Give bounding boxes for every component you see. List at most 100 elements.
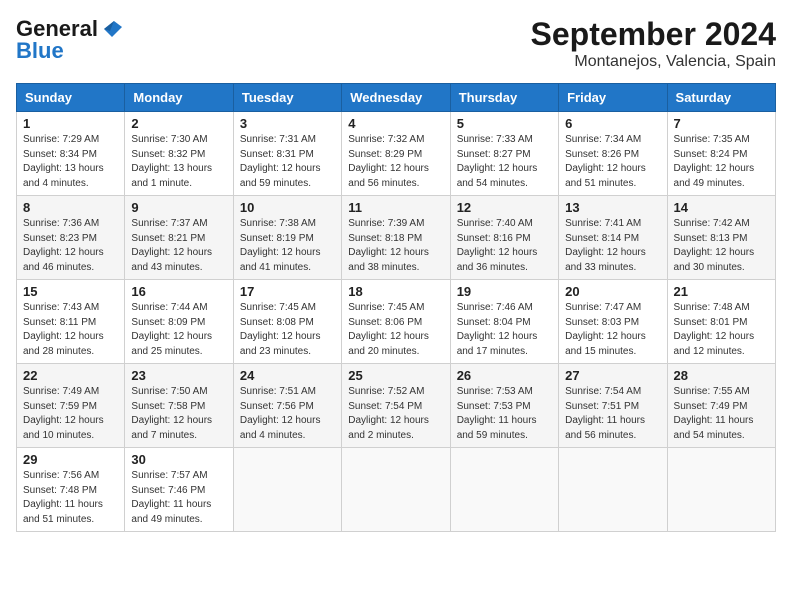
daylight-text: Daylight: 12 hours and 36 minutes.: [457, 247, 538, 273]
calendar-cell: 16Sunrise: 7:44 AMSunset: 8:09 PMDayligh…: [125, 280, 233, 364]
sunset-text: Sunset: 7:51 PM: [565, 401, 639, 412]
daylight-text: Daylight: 11 hours and 59 minutes.: [457, 415, 537, 441]
sunset-text: Sunset: 7:49 PM: [674, 401, 748, 412]
sunrise-text: Sunrise: 7:39 AM: [348, 218, 424, 229]
cell-content: Sunrise: 7:42 AMSunset: 8:13 PMDaylight:…: [674, 217, 769, 275]
calendar-cell: [667, 448, 775, 532]
sunset-text: Sunset: 7:53 PM: [457, 401, 531, 412]
page-subtitle: Montanejos, Valencia, Spain: [531, 53, 776, 71]
day-number: 7: [674, 116, 769, 131]
cell-content: Sunrise: 7:48 AM Sunset: 8:01 PM Daylight:…: [674, 301, 769, 359]
cell-content: Sunrise: 7:33 AMSunset: 8:27 PMDaylight:…: [457, 133, 552, 191]
calendar-table: SundayMondayTuesdayWednesdayThursdayFrid…: [16, 83, 776, 532]
sunset-text: Sunset: 8:29 PM: [348, 149, 422, 160]
cell-content: Sunrise: 7:46 AMSunset: 8:04 PMDaylight:…: [457, 301, 552, 359]
sunset-text: Sunset: 7:59 PM: [23, 401, 97, 412]
day-number: 23: [131, 368, 226, 383]
day-number: 4: [348, 116, 443, 131]
cell-content: Sunrise: 7:37 AMSunset: 8:21 PMDaylight:…: [131, 217, 226, 275]
calendar-cell: 20Sunrise: 7:47 AMSunset: 8:03 PMDayligh…: [559, 280, 667, 364]
sunrise-text: Sunrise: 7:51 AM: [240, 386, 316, 397]
page-title: September 2024: [531, 16, 776, 53]
sunrise-text: Sunrise: 7:44 AM: [131, 302, 207, 313]
sunset-text: Sunset: 8:21 PM: [131, 233, 205, 244]
cell-content: Sunrise: 7:52 AMSunset: 7:54 PMDaylight:…: [348, 385, 443, 443]
sunrise-text: Sunrise: 7:36 AM: [23, 218, 99, 229]
daylight-text: Daylight: 12 hours and 56 minutes.: [348, 163, 429, 189]
day-number: 8: [23, 200, 118, 215]
calendar-cell: 19Sunrise: 7:46 AMSunset: 8:04 PMDayligh…: [450, 280, 558, 364]
day-number: 20: [565, 284, 660, 299]
day-number: 6: [565, 116, 660, 131]
sunrise-text: Sunrise: 7:48 AM: [674, 302, 750, 313]
sunset-text: Sunset: 7:58 PM: [131, 401, 205, 412]
cell-content: Sunrise: 7:50 AMSunset: 7:58 PMDaylight:…: [131, 385, 226, 443]
sunset-text: Sunset: 8:14 PM: [565, 233, 639, 244]
calendar-week-row: 15Sunrise: 7:43 AMSunset: 8:11 PMDayligh…: [17, 280, 776, 364]
cell-content: Sunrise: 7:57 AM Sunset: 7:46 PM Daylight:…: [131, 469, 226, 527]
day-number: 5: [457, 116, 552, 131]
daylight-text: Daylight: 12 hours and 7 minutes.: [131, 415, 212, 441]
sunset-text: Sunset: 8:04 PM: [457, 317, 531, 328]
calendar-week-row: 22Sunrise: 7:49 AMSunset: 7:59 PMDayligh…: [17, 364, 776, 448]
calendar-cell: [559, 448, 667, 532]
cell-content: Sunrise: 7:43 AMSunset: 8:11 PMDaylight:…: [23, 301, 118, 359]
daylight-text: Daylight: 12 hours and 38 minutes.: [348, 247, 429, 273]
day-number: 13: [565, 200, 660, 215]
day-number: 12: [457, 200, 552, 215]
daylight-text: Daylight: 13 hours and 1 minute.: [131, 163, 212, 189]
sunset-text: Sunset: 8:03 PM: [565, 317, 639, 328]
sunrise-text: Sunrise: 7:42 AM: [674, 218, 750, 229]
calendar-cell: 10Sunrise: 7:38 AMSunset: 8:19 PMDayligh…: [233, 196, 341, 280]
daylight-text: Daylight: 12 hours and 49 minutes.: [674, 163, 755, 189]
day-number: 24: [240, 368, 335, 383]
day-number: 27: [565, 368, 660, 383]
sunrise-text: Sunrise: 7:53 AM: [457, 386, 533, 397]
sunrise-text: Sunrise: 7:57 AM: [131, 470, 207, 481]
calendar-header-saturday: Saturday: [667, 84, 775, 112]
cell-content: Sunrise: 7:44 AMSunset: 8:09 PMDaylight:…: [131, 301, 226, 359]
calendar-cell: 13Sunrise: 7:41 AMSunset: 8:14 PMDayligh…: [559, 196, 667, 280]
cell-content: Sunrise: 7:35 AMSunset: 8:24 PMDaylight:…: [674, 133, 769, 191]
daylight-text: Daylight: 11 hours and 49 minutes.: [131, 499, 211, 525]
calendar-week-row: 8 Sunrise: 7:36 AMSunset: 8:23 PMDaylight…: [17, 196, 776, 280]
cell-content: Sunrise: 7:31 AMSunset: 8:31 PMDaylight:…: [240, 133, 335, 191]
cell-content: Sunrise: 7:45 AMSunset: 8:06 PMDaylight:…: [348, 301, 443, 359]
daylight-text: Daylight: 12 hours and 33 minutes.: [565, 247, 646, 273]
sunset-text: Sunset: 8:01 PM: [674, 317, 748, 328]
daylight-text: Daylight: 11 hours and 51 minutes.: [23, 499, 103, 525]
cell-content: Sunrise: 7:34 AMSunset: 8:26 PMDaylight:…: [565, 133, 660, 191]
cell-content: Sunrise: 7:36 AMSunset: 8:23 PMDaylight:…: [23, 217, 118, 275]
sunset-text: Sunset: 8:32 PM: [131, 149, 205, 160]
calendar-cell: 28Sunrise: 7:55 AMSunset: 7:49 PMDayligh…: [667, 364, 775, 448]
calendar-cell: 29Sunrise: 7:56 AMSunset: 7:48 PMDayligh…: [17, 448, 125, 532]
sunrise-text: Sunrise: 7:43 AM: [23, 302, 99, 313]
sunrise-text: Sunrise: 7:30 AM: [131, 134, 207, 145]
sunrise-text: Sunrise: 7:56 AM: [23, 470, 99, 481]
cell-content: Sunrise: 7:32 AMSunset: 8:29 PMDaylight:…: [348, 133, 443, 191]
day-number: 21: [674, 284, 769, 299]
sunrise-text: Sunrise: 7:46 AM: [457, 302, 533, 313]
page-header: General Blue September 2024 Montanejos, …: [16, 16, 776, 71]
calendar-header-monday: Monday: [125, 84, 233, 112]
day-number: 29: [23, 452, 118, 467]
daylight-text: Daylight: 11 hours and 56 minutes.: [565, 415, 645, 441]
cell-content: Sunrise: 7:54 AMSunset: 7:51 PMDaylight:…: [565, 385, 660, 443]
sunrise-text: Sunrise: 7:34 AM: [565, 134, 641, 145]
sunrise-text: Sunrise: 7:31 AM: [240, 134, 316, 145]
sunset-text: Sunset: 8:16 PM: [457, 233, 531, 244]
cell-content: Sunrise: 7:39 AMSunset: 8:18 PMDaylight:…: [348, 217, 443, 275]
day-number: 2: [131, 116, 226, 131]
daylight-text: Daylight: 13 hours and 4 minutes.: [23, 163, 104, 189]
sunrise-text: Sunrise: 7:52 AM: [348, 386, 424, 397]
daylight-text: Daylight: 12 hours and 12 minutes.: [674, 331, 755, 357]
day-number: 14: [674, 200, 769, 215]
sunset-text: Sunset: 7:54 PM: [348, 401, 422, 412]
sunrise-text: Sunrise: 7:33 AM: [457, 134, 533, 145]
calendar-cell: 3Sunrise: 7:31 AMSunset: 8:31 PMDaylight…: [233, 112, 341, 196]
sunrise-text: Sunrise: 7:47 AM: [565, 302, 641, 313]
calendar-week-row: 29Sunrise: 7:56 AMSunset: 7:48 PMDayligh…: [17, 448, 776, 532]
sunset-text: Sunset: 7:46 PM: [131, 485, 205, 496]
logo-bird-icon: [100, 19, 122, 37]
sunset-text: Sunset: 8:08 PM: [240, 317, 314, 328]
